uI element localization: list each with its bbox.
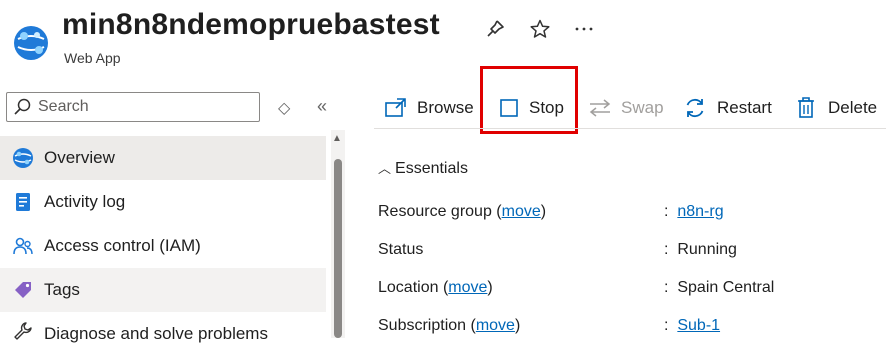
move-link[interactable]: move xyxy=(476,317,515,334)
sidebar-item-label: Access control (IAM) xyxy=(44,236,201,255)
resource-group-label: Resource group (move) xyxy=(378,203,547,220)
collapse-icon[interactable]: « xyxy=(317,96,327,117)
essentials-label: Essentials xyxy=(395,160,468,177)
people-icon xyxy=(13,237,33,255)
browse-icon xyxy=(385,98,406,117)
subscription-value: : Sub-1 xyxy=(664,317,721,334)
globe-icon xyxy=(13,148,33,168)
sort-icon[interactable]: ◇ xyxy=(278,98,290,118)
star-icon[interactable] xyxy=(529,18,551,40)
web-app-icon xyxy=(14,26,48,60)
wrench-icon xyxy=(14,322,32,340)
page-title: min8n8ndemopruebastest xyxy=(62,8,440,41)
subscription-label: Subscription (move) xyxy=(378,317,521,334)
move-link[interactable]: move xyxy=(448,279,487,296)
search-icon xyxy=(14,98,31,115)
delete-label: Delete xyxy=(828,98,878,117)
toolbar-divider xyxy=(374,128,886,129)
resource-group-value: : n8n-rg xyxy=(664,203,724,220)
chevron-up-icon: ︿ xyxy=(378,161,392,176)
page-subtitle: Web App xyxy=(64,50,121,66)
restart-label: Restart xyxy=(717,98,772,117)
status-label: Status xyxy=(378,241,424,258)
status-value: : Running xyxy=(664,241,737,258)
swap-icon xyxy=(589,99,611,117)
sidebar-item-label: Overview xyxy=(44,148,115,167)
subscription-link[interactable]: Sub-1 xyxy=(677,317,720,334)
move-link[interactable]: move xyxy=(502,203,541,220)
sidebar-item-label: Activity log xyxy=(44,192,126,211)
search-input[interactable] xyxy=(38,96,248,118)
essentials-toggle[interactable]: ︿ Essentials xyxy=(378,158,468,178)
sidebar-item-label: Tags xyxy=(44,280,80,299)
stop-highlight-box xyxy=(480,66,578,134)
trash-icon xyxy=(798,97,814,118)
restart-icon xyxy=(686,98,704,118)
location-label: Location (move) xyxy=(378,279,493,296)
pin-icon[interactable] xyxy=(484,18,506,40)
more-icon[interactable] xyxy=(573,18,595,40)
swap-label: Swap xyxy=(621,98,664,117)
sidebar-item-label: Diagnose and solve problems xyxy=(44,324,268,343)
browse-label: Browse xyxy=(417,98,474,117)
location-value: : Spain Central xyxy=(664,279,775,296)
resource-group-link[interactable]: n8n-rg xyxy=(677,203,723,220)
scrollbar-thumb[interactable] xyxy=(334,159,342,338)
scroll-up-arrow-icon[interactable]: ▲ xyxy=(332,133,342,144)
tag-icon xyxy=(15,282,31,298)
log-icon xyxy=(16,193,30,211)
